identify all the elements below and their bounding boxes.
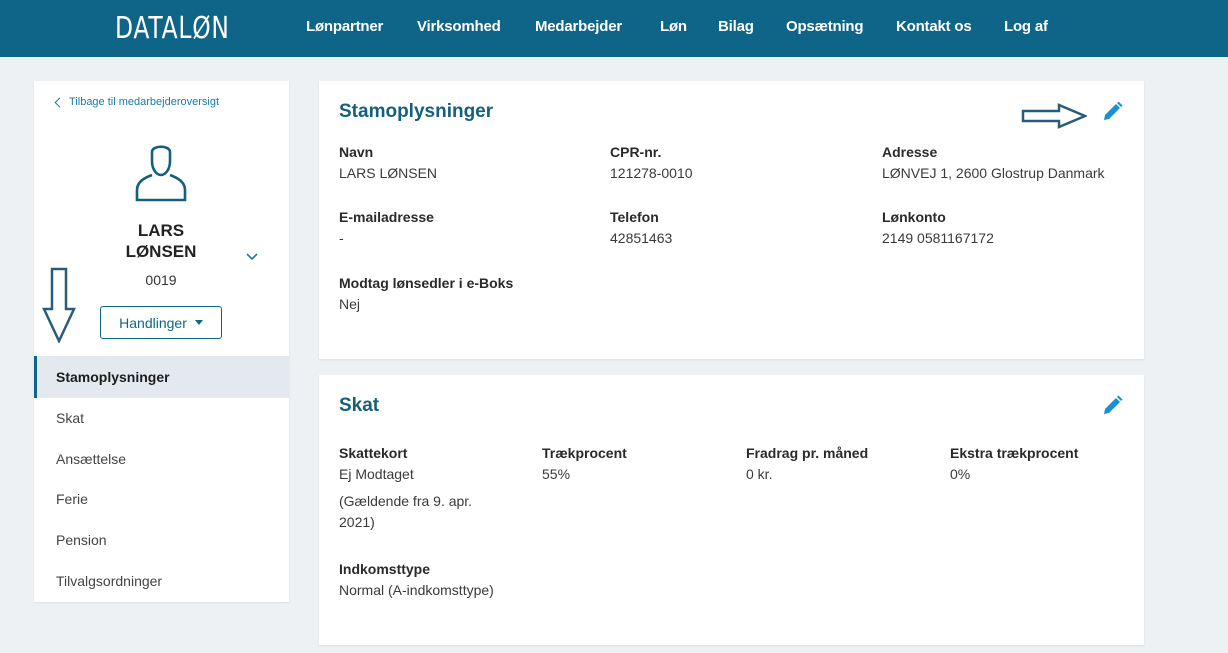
stamoplysninger-card: Stamoplysninger Navn LARS LØNSEN CPR-nr.… [319, 81, 1144, 359]
field-email: E-mailadresse - [339, 209, 434, 246]
field-label: Fradrag pr. måned [746, 445, 869, 461]
field-ekstra-traekprocent: Ekstra trækprocent 0% [950, 445, 1078, 482]
field-navn: Navn LARS LØNSEN [339, 144, 437, 181]
skat-title: Skat [339, 395, 380, 416]
field-fradrag: Fradrag pr. måned 0 kr. [746, 445, 868, 482]
field-label: Ekstra trækprocent [950, 445, 1079, 461]
nav-log-af[interactable]: Log af [1004, 18, 1048, 35]
caret-down-icon [194, 320, 203, 325]
field-note: (Gældende fra 9. apr. 2021) [339, 493, 473, 530]
chevron-down-icon[interactable] [244, 248, 260, 264]
field-value: 121278-0010 [610, 165, 693, 181]
top-navigation-bar: DATALØN Lønpartner Virksomhed Medarbejde… [0, 0, 1228, 57]
nav-bilag[interactable]: Bilag [718, 18, 754, 35]
field-label: Adresse [882, 144, 938, 160]
menu-item-pension[interactable]: Pension [34, 520, 289, 561]
actions-label: Handlinger [119, 314, 187, 331]
field-label: Trækprocent [542, 445, 627, 461]
field-label: Skattekort [339, 445, 408, 461]
field-value: 42851463 [610, 230, 673, 246]
nav-virksomhed[interactable]: Virksomhed [417, 18, 501, 35]
field-eboks: Modtag lønsedler i e-Boks Nej [339, 275, 513, 312]
employee-last-name: LØNSEN [125, 242, 197, 261]
employee-section-menu: Stamoplysninger Skat Ansættelse Ferie Pe… [34, 356, 289, 601]
field-adresse: Adresse LØNVEJ 1, 2600 Glostrup Danmark [882, 144, 1105, 181]
field-label: Navn [339, 144, 374, 160]
field-lonkonto: Lønkonto 2149 0581167172 [882, 209, 994, 246]
field-label: E-mailadresse [339, 209, 434, 225]
pencil-icon[interactable] [1101, 101, 1123, 123]
field-label: Modtag lønsedler i e-Boks [339, 275, 514, 291]
field-value: 55% [542, 466, 571, 482]
skat-card: Skat Skattekort Ej Modtaget (Gældende fr… [319, 375, 1144, 645]
menu-item-ferie[interactable]: Ferie [34, 479, 289, 520]
field-label: Telefon [610, 209, 659, 225]
field-value: Ej Modtaget [339, 466, 414, 482]
outline-arrow-icon [42, 267, 76, 343]
nav-lonpartner[interactable]: Lønpartner [306, 18, 383, 35]
field-value: 0% [950, 466, 971, 482]
employee-number: 0019 [145, 272, 177, 288]
chevron-left-icon [54, 97, 65, 108]
field-label: Indkomsttype [339, 561, 431, 577]
field-indkomsttype: Indkomsttype Normal (A-indkomsttype) [339, 561, 494, 598]
stamoplysninger-title: Stamoplysninger [339, 101, 494, 122]
menu-item-tilvalgsordninger[interactable]: Tilvalgsordninger [34, 560, 289, 601]
field-traekprocent: Trækprocent 55% [542, 445, 627, 482]
field-value: Normal (A-indkomsttype) [339, 582, 494, 598]
field-value: - [339, 230, 344, 246]
nav-opsaetning[interactable]: Opsætning [786, 18, 864, 35]
field-value: Nej [339, 296, 361, 312]
pencil-icon[interactable] [1101, 395, 1123, 417]
field-cpr: CPR-nr. 121278-0010 [610, 144, 693, 181]
outline-arrow-icon [1021, 103, 1087, 129]
back-link-label: Tilbage til medarbejderoversigt [69, 96, 219, 108]
field-value: 2149 0581167172 [882, 230, 994, 246]
user-outline-icon [135, 145, 187, 202]
field-telefon: Telefon 42851463 [610, 209, 672, 246]
back-to-employee-list-link[interactable]: Tilbage til medarbejderoversigt [54, 96, 219, 108]
nav-kontakt-os[interactable]: Kontakt os [896, 18, 972, 35]
field-skattekort: Skattekort Ej Modtaget (Gældende fra 9. … [339, 445, 499, 533]
actions-dropdown-button[interactable]: Handlinger [100, 306, 222, 339]
menu-item-stamoplysninger[interactable]: Stamoplysninger [34, 356, 289, 398]
employee-sidebar: Tilbage til medarbejderoversigt LARS LØN… [34, 81, 289, 602]
menu-item-ansaettelse[interactable]: Ansættelse [34, 439, 289, 480]
field-value: LØNVEJ 1, 2600 Glostrup Danmark [882, 165, 1105, 181]
menu-item-skat[interactable]: Skat [34, 398, 289, 439]
employee-name: LARS LØNSEN [94, 220, 228, 262]
field-label: CPR-nr. [610, 144, 662, 160]
nav-medarbejder[interactable]: Medarbejder [535, 18, 622, 35]
field-value: 0 kr. [746, 466, 773, 482]
datalon-logo[interactable]: DATALØN [115, 11, 230, 46]
field-value: LARS LØNSEN [339, 165, 438, 181]
field-label: Lønkonto [882, 209, 946, 225]
nav-lon[interactable]: Løn [660, 18, 687, 35]
employee-first-name: LARS [137, 221, 185, 240]
